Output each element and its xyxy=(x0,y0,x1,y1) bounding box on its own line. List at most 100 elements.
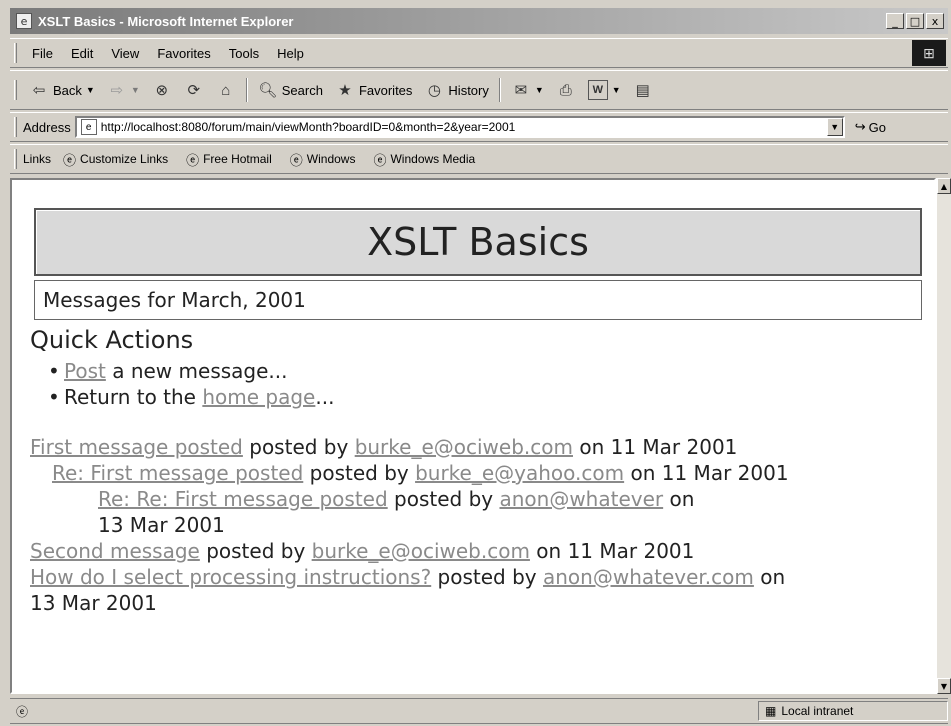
toolbar-grip[interactable] xyxy=(14,117,17,137)
menu-favorites[interactable]: Favorites xyxy=(148,46,219,61)
scroll-down-button[interactable]: ▼ xyxy=(937,678,951,694)
address-url[interactable]: http://localhost:8080/forum/main/viewMon… xyxy=(101,120,827,134)
links-label[interactable]: Links xyxy=(23,152,51,166)
message-row: Re: Re: First message posted posted by a… xyxy=(98,486,694,538)
stop-button[interactable]: ⊗ xyxy=(146,76,178,104)
author-email-link[interactable]: burke_e@ociweb.com xyxy=(355,435,573,459)
menu-edit[interactable]: Edit xyxy=(62,46,102,61)
link-windows[interactable]: ⓔ Windows xyxy=(290,150,356,169)
home-page-link[interactable]: home page xyxy=(202,385,315,409)
message-row: Re: First message posted posted by burke… xyxy=(52,460,789,486)
message-subject-link[interactable]: Re: First message posted xyxy=(52,461,303,485)
link-label: Customize Links xyxy=(80,152,169,166)
history-label: History xyxy=(448,82,489,98)
print-button[interactable]: ⎙ xyxy=(550,76,582,104)
refresh-icon: ⟳ xyxy=(187,82,201,99)
standard-toolbar: ⇦ Back ▼ ⇨ ▼ ⊗ ⟳ ⌂ 🔍︎ Search ★ Favorites… xyxy=(10,70,948,110)
close-button[interactable]: x xyxy=(926,13,944,29)
author-email-link[interactable]: burke_e@yahoo.com xyxy=(415,461,624,485)
posted-by-text: posted by xyxy=(303,461,416,485)
search-button[interactable]: 🔍︎ Search xyxy=(252,76,329,104)
link-free-hotmail[interactable]: ⓔ Free Hotmail xyxy=(186,150,272,169)
address-input[interactable]: e http://localhost:8080/forum/main/viewM… xyxy=(74,116,845,138)
list-item: Return to the home page... xyxy=(48,384,334,410)
scroll-up-button[interactable]: ▲ xyxy=(937,178,951,194)
go-button[interactable]: ↪ Go xyxy=(855,119,886,135)
favorites-icon: ★ xyxy=(338,82,352,99)
toolbar-grip[interactable] xyxy=(14,149,17,169)
status-zone: ▦ Local intranet xyxy=(758,701,948,721)
edit-button[interactable]: W ▼ xyxy=(582,76,627,104)
month-header: Messages for March, 2001 xyxy=(34,280,922,320)
forward-arrow-icon: ⇨ xyxy=(110,82,124,99)
message-subject-link[interactable]: Second message xyxy=(30,539,200,563)
date-text: on 11 Mar 2001 xyxy=(624,461,789,485)
mail-icon: ✉ xyxy=(514,82,528,99)
window-controls: _ □ x xyxy=(886,13,944,29)
browser-window: e XSLT Basics - Microsoft Internet Explo… xyxy=(0,0,951,726)
history-icon: ◷ xyxy=(427,82,441,99)
link-windows-media[interactable]: ⓔ Windows Media xyxy=(373,150,475,169)
menu-view[interactable]: View xyxy=(102,46,148,61)
menu-tools[interactable]: Tools xyxy=(220,46,268,61)
status-bar: ⓔ ▦ Local intranet xyxy=(10,698,948,724)
chevron-down-icon: ▼ xyxy=(611,85,621,95)
link-label: Free Hotmail xyxy=(203,152,272,166)
window-title: XSLT Basics - Microsoft Internet Explore… xyxy=(38,13,294,29)
date-text: 13 Mar 2001 xyxy=(30,591,157,615)
intranet-icon: ▦ xyxy=(765,704,777,718)
discuss-icon: ▤ xyxy=(635,82,650,99)
maximize-button[interactable]: □ xyxy=(906,13,924,29)
message-subject-link[interactable]: First message posted xyxy=(30,435,243,459)
author-email-link[interactable]: anon@whatever xyxy=(499,487,663,511)
separator xyxy=(498,78,501,102)
message-subject-link[interactable]: Re: Re: First message posted xyxy=(98,487,388,511)
page-status-icon: ⓔ xyxy=(16,704,29,719)
go-label: Go xyxy=(868,119,886,135)
menu-file[interactable]: File xyxy=(23,46,62,61)
discuss-button[interactable]: ▤ xyxy=(627,76,659,104)
page-content: XSLT Basics Messages for March, 2001 Qui… xyxy=(10,178,936,694)
page-icon: e xyxy=(80,119,97,135)
action-text: a new message... xyxy=(105,359,288,383)
minimize-button[interactable]: _ xyxy=(886,13,904,29)
address-dropdown-button[interactable]: ▼ xyxy=(826,118,843,136)
date-text: on 11 Mar 2001 xyxy=(529,539,695,563)
address-bar: Address e http://localhost:8080/forum/ma… xyxy=(10,112,948,142)
menu-help[interactable]: Help xyxy=(268,46,313,61)
chevron-down-icon: ▼ xyxy=(85,85,95,95)
message-row: Second message posted by burke_e@ociweb.… xyxy=(30,538,694,564)
refresh-button[interactable]: ⟳ xyxy=(178,76,210,104)
history-button[interactable]: ◷ History xyxy=(418,76,494,104)
action-text: Return to the xyxy=(64,385,203,409)
page-icon: ⓔ xyxy=(186,152,200,168)
home-icon: ⌂ xyxy=(221,81,231,99)
home-button[interactable]: ⌂ xyxy=(210,76,242,104)
print-icon: ⎙ xyxy=(559,81,572,99)
author-email-link[interactable]: anon@whatever.com xyxy=(543,565,754,589)
message-subject-link[interactable]: How do I select processing instructions? xyxy=(30,565,431,589)
windows-logo-icon: ⊞ xyxy=(912,40,946,66)
date-text: on xyxy=(663,487,695,511)
date-text: on 11 Mar 2001 xyxy=(572,435,738,459)
ie-icon: e xyxy=(16,13,32,29)
forward-button[interactable]: ⇨ ▼ xyxy=(101,76,146,104)
date-text: on xyxy=(753,565,786,589)
author-email-link[interactable]: burke_e@ociweb.com xyxy=(312,539,530,563)
toolbar-grip[interactable] xyxy=(14,43,17,63)
address-label: Address xyxy=(23,119,71,135)
link-customize-links[interactable]: ⓔ Customize Links xyxy=(63,150,168,169)
mail-button[interactable]: ✉ ▼ xyxy=(505,76,550,104)
post-link[interactable]: Post xyxy=(64,359,106,383)
search-icon: 🔍︎ xyxy=(258,82,278,99)
favorites-button[interactable]: ★ Favorites xyxy=(329,76,418,104)
link-label: Windows Media xyxy=(390,152,476,166)
page-icon: ⓔ xyxy=(373,152,387,168)
back-button[interactable]: ⇦ Back ▼ xyxy=(23,76,101,104)
posted-by-text: posted by xyxy=(199,539,312,563)
page-icon: ⓔ xyxy=(63,152,77,168)
link-label: Windows xyxy=(306,152,356,166)
message-row: First message posted posted by burke_e@o… xyxy=(30,434,737,460)
toolbar-grip[interactable] xyxy=(14,80,17,100)
vertical-scrollbar[interactable]: ▲ ▼ xyxy=(936,178,951,694)
